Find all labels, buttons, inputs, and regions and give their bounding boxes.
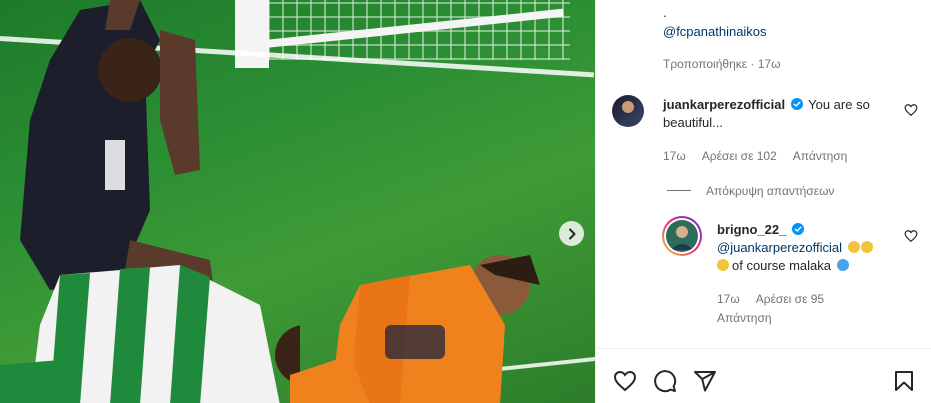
reply-username[interactable]: brigno_22_ [717, 222, 786, 237]
goalkeeper-orange-kit [290, 255, 540, 403]
laughing-emoji-icon [860, 241, 873, 253]
comment: juankarperezofficial You are so beautifu… [663, 96, 903, 132]
chevron-right-icon [568, 228, 575, 239]
post-photo [0, 0, 595, 403]
reply-mention-link[interactable]: @juankarperezofficial [717, 240, 842, 255]
reply-comment: brigno_22_ @juankarperezofficial of cour… [717, 221, 897, 275]
comment-time: 17ω [663, 149, 686, 163]
reply-meta: 17ω Αρέσει σε 95 [717, 291, 824, 307]
heart-icon[interactable] [904, 103, 918, 117]
reply-likes[interactable]: Αρέσει σε 95 [756, 292, 824, 306]
reply-time: 17ω [717, 292, 740, 306]
caption-dot: . [663, 5, 667, 20]
laughing-emoji-icon [717, 259, 729, 271]
verified-badge-icon [791, 223, 804, 235]
comment-text-cont: beautiful... [663, 115, 723, 130]
heart-icon[interactable] [613, 369, 637, 393]
reply-text: of course malaka [732, 258, 831, 273]
comment-icon[interactable] [653, 369, 677, 393]
cold-face-emoji-icon [836, 259, 849, 271]
comment-text: You are so [808, 97, 870, 112]
verified-badge-icon [790, 98, 803, 110]
next-image-button[interactable] [559, 221, 584, 246]
action-bar [596, 348, 931, 403]
caption-mention-link[interactable]: @fcpanathinaikos [663, 23, 767, 41]
hide-replies-button[interactable]: Απόκρυψη απαντήσεων [706, 183, 834, 199]
comments-panel: . @fcpanathinaikos Τροποποιήθηκε · 17ω j… [595, 0, 931, 403]
laughing-emoji-icon [847, 241, 860, 253]
player-green-kit [0, 265, 300, 403]
share-icon[interactable] [693, 369, 717, 393]
comment-likes[interactable]: Αρέσει σε 102 [702, 149, 777, 163]
bookmark-icon[interactable] [892, 369, 916, 393]
reply-reply-button[interactable]: Απάντηση [717, 310, 772, 326]
reply-button[interactable]: Απάντηση [793, 149, 848, 163]
comment-meta: 17ω Αρέσει σε 102 Απάντηση [663, 148, 847, 164]
heart-icon[interactable] [904, 229, 918, 243]
edited-timestamp: Τροποποιήθηκε · 17ω [663, 57, 781, 71]
hide-replies-line [667, 190, 691, 191]
avatar[interactable] [612, 95, 644, 127]
reply-avatar[interactable] [662, 216, 702, 256]
comment-username[interactable]: juankarperezofficial [663, 97, 785, 112]
player-black-kit [20, 0, 215, 300]
